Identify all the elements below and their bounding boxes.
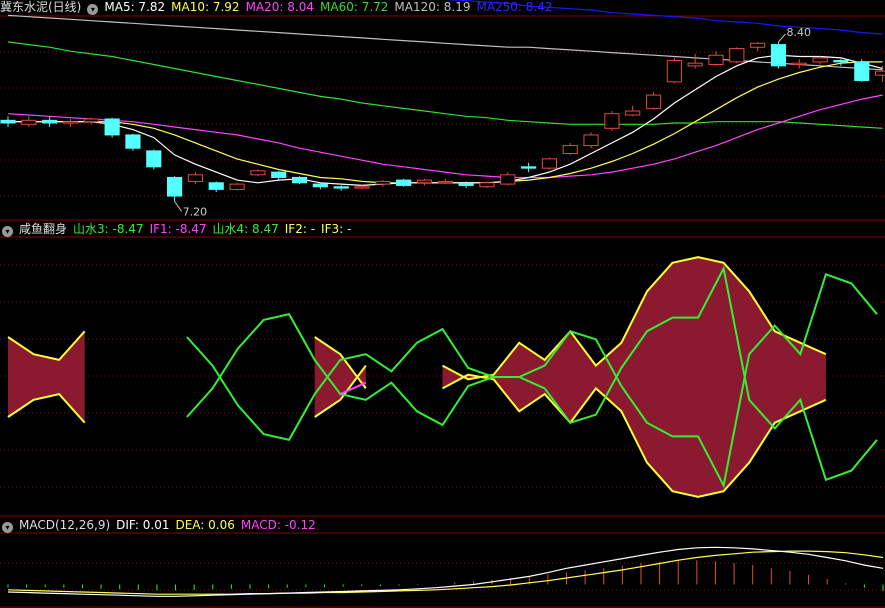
ma120-label: MA120: 8.19	[394, 0, 471, 14]
candle-down	[291, 176, 308, 184]
candle-down	[125, 134, 141, 149]
candle-up	[708, 54, 724, 66]
high-label: 8.40	[786, 26, 811, 39]
price-marker	[174, 201, 182, 212]
ma5-label: MA5: 7.82	[104, 0, 166, 14]
candle-down	[42, 119, 58, 124]
candle-down	[146, 150, 162, 168]
if1-label: IF1: -8.47	[149, 222, 207, 236]
if3-label: IF3: -	[321, 222, 352, 236]
candle-up	[416, 179, 433, 184]
macd-panel	[7, 546, 884, 597]
candle-down	[833, 60, 849, 63]
candle-up	[583, 134, 599, 147]
collapse-icon[interactable]: ▾	[2, 522, 13, 533]
candle-down	[458, 183, 474, 186]
candle-up	[62, 121, 79, 124]
candle-up	[687, 62, 703, 67]
candle-down	[104, 118, 120, 136]
candle-up	[604, 113, 620, 129]
candle-down	[333, 186, 349, 189]
ma5-line	[8, 54, 883, 187]
s3-label: 山水3: -8.47	[73, 222, 144, 236]
dea-label: DEA: 0.06	[175, 518, 235, 532]
macd-label: MACD: -0.12	[240, 518, 316, 532]
ma10-label: MA10: 7.92	[171, 0, 240, 14]
collapse-icon[interactable]: ▾	[87, 4, 99, 15]
candle-up	[875, 70, 885, 76]
candle-up	[229, 183, 245, 190]
candle-down	[312, 183, 328, 188]
candle-down	[167, 176, 183, 197]
ma60-line	[7, 41, 883, 129]
indicator-panel	[7, 256, 878, 498]
candle-down	[0, 119, 16, 124]
candle-up	[562, 145, 578, 155]
stock-title: 冀东水泥(日线)	[0, 0, 82, 14]
candle-up	[250, 170, 266, 176]
candle-down	[854, 61, 870, 81]
candle-down	[770, 44, 787, 67]
ma250-label: MA250: 8.42	[476, 0, 553, 14]
candle-up	[21, 119, 37, 125]
ma60-label: MA60: 7.72	[320, 0, 389, 14]
candle-up	[437, 180, 453, 184]
candle-up	[791, 62, 807, 66]
candle-up	[83, 118, 99, 123]
dea-line	[7, 550, 884, 595]
candle-up	[625, 110, 641, 116]
candle-up	[375, 180, 391, 185]
candle-up	[812, 57, 828, 63]
candle-up	[500, 174, 516, 185]
dif-label: DIF: 0.01	[116, 518, 170, 532]
candle-down	[271, 171, 287, 178]
candle-down	[208, 182, 224, 190]
candle-down	[396, 179, 412, 186]
candle-up	[187, 174, 203, 182]
macd-legend: ▾ MACD(12,26,9) DIF: 0.01 DEA: 0.06 MACD: -0…	[0, 517, 322, 533]
collapse-icon[interactable]: ▾	[2, 226, 13, 237]
candle-up	[541, 158, 557, 169]
candle-up	[354, 186, 370, 189]
candle-up	[666, 60, 682, 83]
price-legend: 冀东水泥(日线) ▾ MA5: 7.82 MA10: 7.92 MA20: 8.04 MA…	[0, 0, 559, 15]
candle-up	[645, 94, 662, 109]
s4-label: 山水4: 8.47	[212, 222, 279, 236]
if2-label: IF2: -	[284, 222, 316, 236]
candle-up	[750, 42, 766, 48]
price-marker	[778, 33, 786, 43]
indicator-legend: ▾ 咸鱼翻身 山水3: -8.47 IF1: -8.47 山水4: 8.47 IF2: -…	[0, 221, 357, 237]
price-panel: 8.40 7.20	[0, 0, 885, 218]
candle-up	[479, 182, 495, 188]
macd-title: MACD(12,26,9)	[19, 518, 111, 532]
candle-down	[521, 166, 537, 169]
low-label: 7.20	[183, 205, 208, 218]
candle-up	[729, 48, 745, 63]
indicator-title: 咸鱼翻身	[19, 222, 68, 236]
ma20-label: MA20: 8.04	[245, 0, 314, 14]
